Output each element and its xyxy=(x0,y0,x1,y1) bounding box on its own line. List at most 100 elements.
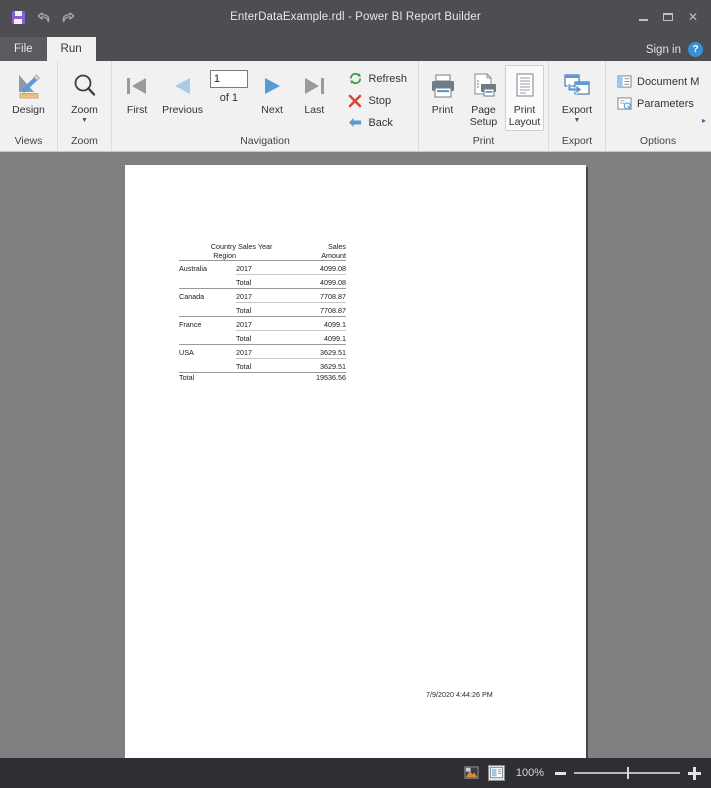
table-header-row-2: Region Amount xyxy=(179,250,346,261)
cell-amount: 4099.1 xyxy=(291,316,346,331)
group-label-zoom: Zoom xyxy=(71,135,98,147)
tab-file[interactable]: File xyxy=(0,37,47,61)
parameters-button[interactable]: Parameters xyxy=(612,93,706,114)
page-setup-button[interactable]: Page Setup xyxy=(464,65,503,131)
table-row: Canada 2017 7708.87 xyxy=(179,288,346,303)
document-map-label: Document M xyxy=(637,75,700,88)
signin-area: Sign in ? xyxy=(646,42,711,61)
cell-year: 2017 xyxy=(236,344,291,359)
page-number-input[interactable] xyxy=(209,70,248,88)
document-map-button[interactable]: Document M xyxy=(612,71,706,92)
header-sales-year: Sales Year xyxy=(238,242,273,251)
cell-amount: 7708.87 xyxy=(291,288,346,303)
last-page-icon xyxy=(300,70,328,102)
cell-subtotal-amount: 7708.87 xyxy=(291,302,346,317)
sales-table: Country Sales Year Sales Region Amount A… xyxy=(179,242,346,382)
report-preview-canvas[interactable]: Country Sales Year Sales Region Amount A… xyxy=(0,152,711,758)
first-page-button[interactable]: First xyxy=(116,65,158,120)
cell-region-blank xyxy=(179,359,236,373)
ribbon-group-options: Document M Parameters ▸ Options xyxy=(605,61,710,151)
ribbon-tab-strip: File Run Sign in ? xyxy=(0,34,711,61)
last-page-button[interactable]: Last xyxy=(293,65,335,120)
zoom-out-button[interactable] xyxy=(555,771,566,775)
refresh-button[interactable]: Refresh xyxy=(343,68,414,89)
ribbon-group-navigation: First Previous of 1 xyxy=(111,61,418,151)
stop-button[interactable]: Stop xyxy=(343,90,414,111)
page-setup-label-2: Setup xyxy=(469,115,498,128)
back-label: Back xyxy=(368,116,393,129)
options-expand-icon[interactable]: ▸ xyxy=(702,116,706,125)
save-icon xyxy=(11,10,25,24)
previous-page-button[interactable]: Previous xyxy=(158,65,207,120)
last-label: Last xyxy=(304,104,325,116)
zoom-in-button[interactable] xyxy=(688,766,701,780)
close-button[interactable]: ✕ xyxy=(682,7,704,27)
print-icon xyxy=(428,70,458,102)
cell-subtotal-label: Total xyxy=(236,330,291,345)
window-controls: ✕ xyxy=(632,7,711,27)
previous-page-icon xyxy=(169,70,197,102)
back-arrow-icon xyxy=(347,115,363,131)
undo-button[interactable] xyxy=(34,8,52,26)
next-page-button[interactable]: Next xyxy=(251,65,293,120)
zoom-button[interactable]: Zoom ▼ xyxy=(62,65,107,127)
print-label: Print xyxy=(431,104,454,116)
back-button[interactable]: Back xyxy=(343,112,414,133)
cell-region: USA xyxy=(179,344,236,359)
whole-page-view-icon[interactable] xyxy=(463,765,480,781)
table-row: Total 4099.1 xyxy=(179,330,346,345)
maximize-button[interactable] xyxy=(657,7,679,27)
cell-region: Australia xyxy=(179,260,236,275)
sign-in-link[interactable]: Sign in xyxy=(646,44,681,56)
cell-region-blank xyxy=(179,331,236,345)
help-icon[interactable]: ? xyxy=(688,42,703,57)
print-layout-button[interactable]: Print Layout xyxy=(505,65,544,131)
table-row: Australia 2017 4099.08 xyxy=(179,260,346,275)
print-layout-label-2: Layout xyxy=(508,115,541,128)
group-label-views: Views xyxy=(14,135,43,147)
zoom-slider[interactable] xyxy=(574,766,680,780)
chevron-down-icon[interactable]: ▼ xyxy=(574,117,581,124)
design-label: Design xyxy=(12,104,45,116)
report-timestamp: 7/9/2020 4:44:26 PM xyxy=(426,690,493,699)
zoom-label: Zoom xyxy=(71,104,98,116)
parameters-icon xyxy=(616,96,632,112)
parameters-label: Parameters xyxy=(637,97,694,110)
cell-subtotal-amount: 4099.08 xyxy=(291,274,346,289)
cell-subtotal-label: Total xyxy=(236,302,291,317)
header-sales-line2: Amount xyxy=(321,250,346,260)
header-country-region-line2: Region xyxy=(213,250,236,260)
export-button[interactable]: Export ▼ xyxy=(553,65,601,127)
table-row: USA 2017 3629.51 xyxy=(179,344,346,359)
minimize-button[interactable] xyxy=(632,7,654,27)
quick-access-toolbar xyxy=(0,8,77,26)
tab-run[interactable]: Run xyxy=(46,37,96,61)
table-row: France 2017 4099.1 xyxy=(179,316,346,331)
page-number-box: of 1 xyxy=(207,65,251,104)
group-label-export: Export xyxy=(561,135,593,147)
table-row: Total 3629.51 xyxy=(179,358,346,373)
refresh-icon xyxy=(347,71,363,87)
report-table-container: Country Sales Year Sales Region Amount A… xyxy=(179,242,346,382)
redo-button[interactable] xyxy=(59,8,77,26)
minus-icon xyxy=(555,771,566,775)
table-row: Total 7708.87 xyxy=(179,302,346,317)
cell-amount: 3629.51 xyxy=(291,344,346,359)
zoom-level-label: 100% xyxy=(515,767,544,779)
title-bar: EnterDataExample.rdl - Power BI Report B… xyxy=(0,0,711,34)
window-title: EnterDataExample.rdl - Power BI Report B… xyxy=(230,11,481,23)
grand-total-amount: 19536.56 xyxy=(291,372,346,382)
cell-subtotal-amount: 4099.1 xyxy=(291,330,346,345)
maximize-icon xyxy=(663,13,673,21)
cell-subtotal-label: Total xyxy=(236,358,291,373)
cell-region: Canada xyxy=(179,288,236,303)
design-view-button[interactable]: Design xyxy=(4,65,53,120)
zoom-magnifier-icon xyxy=(71,70,99,102)
status-bar: 100% xyxy=(0,758,711,788)
ribbon-group-print: Print Page Setup Print Layout Print xyxy=(418,61,548,151)
save-button[interactable] xyxy=(9,8,27,26)
zoom-slider-thumb[interactable] xyxy=(627,767,629,779)
chevron-down-icon[interactable]: ▼ xyxy=(81,117,88,124)
page-width-view-icon[interactable] xyxy=(487,765,505,781)
print-button[interactable]: Print xyxy=(423,65,462,120)
